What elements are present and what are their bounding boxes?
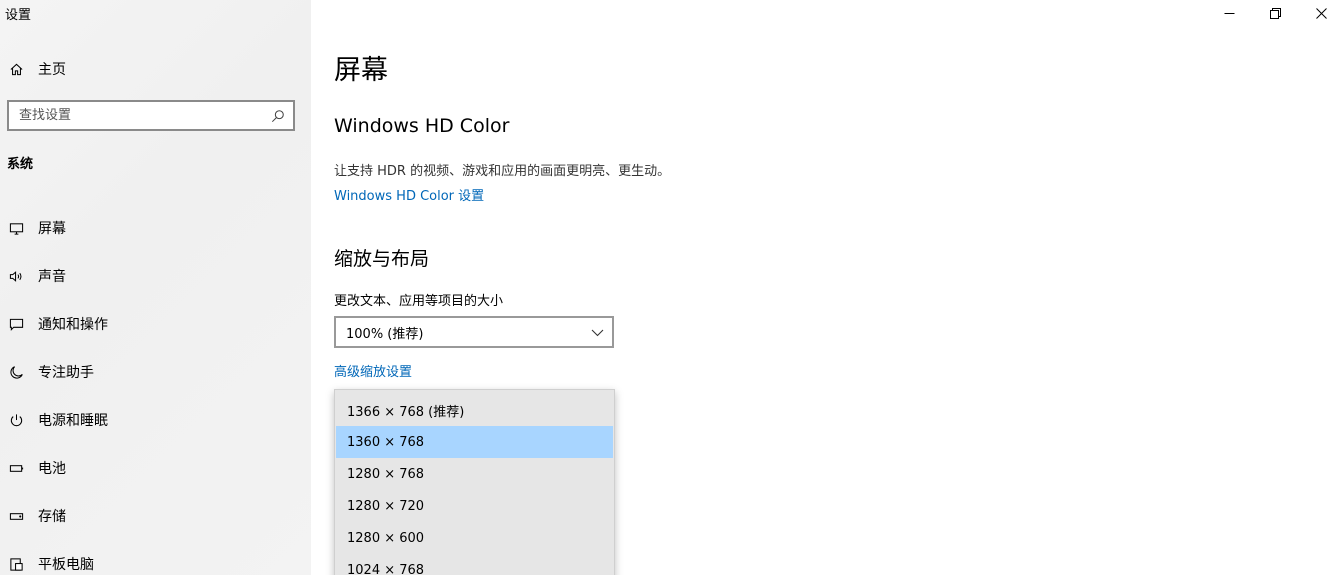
restore-button[interactable] — [1252, 0, 1298, 26]
window-controls — [1206, 0, 1344, 26]
power-icon — [0, 413, 30, 428]
section-label: 系统 — [7, 157, 34, 172]
close-button[interactable] — [1298, 0, 1344, 26]
sidebar-item-label: 平板电脑 — [38, 557, 94, 573]
sidebar-item-notifications[interactable]: 通知和操作 — [0, 300, 311, 348]
sidebar-item-storage[interactable]: 存储 — [0, 492, 311, 540]
sidebar-item-label: 存储 — [38, 509, 66, 525]
notification-icon — [0, 317, 30, 332]
scale-dropdown[interactable]: 100% (推荐) — [334, 316, 614, 348]
sidebar-item-tablet[interactable]: 平板电脑 — [0, 540, 311, 575]
sidebar-item-power[interactable]: 电源和睡眠 — [0, 396, 311, 444]
restore-icon — [1269, 7, 1281, 19]
hdr-heading: Windows HD Color — [334, 115, 510, 137]
storage-icon — [0, 509, 30, 524]
page-title: 屏幕 — [334, 55, 388, 86]
resolution-option-selected[interactable]: 1360 × 768 — [336, 426, 613, 458]
battery-icon — [0, 461, 30, 476]
resolution-option[interactable]: 1366 × 768 (推荐) — [336, 394, 613, 426]
hdr-settings-link[interactable]: Windows HD Color 设置 — [334, 185, 484, 204]
resolution-dropdown-list: 1366 × 768 (推荐) 1360 × 768 1280 × 768 12… — [334, 389, 615, 575]
sidebar-item-label: 主页 — [38, 62, 66, 78]
search-icon[interactable] — [271, 109, 285, 123]
main-content: 屏幕 Windows HD Color 让支持 HDR 的视频、游戏和应用的画面… — [311, 0, 1344, 575]
app-title: 设置 — [5, 8, 32, 23]
resolution-option[interactable]: 1024 × 768 — [336, 554, 613, 575]
search-box[interactable] — [7, 100, 295, 131]
sidebar-nav: 屏幕 声音 通知和操作 专注助手 电源和睡眠 电池 存储 平板电脑 — [0, 204, 311, 575]
search-input[interactable] — [19, 108, 249, 123]
tablet-icon — [0, 557, 30, 572]
advanced-scaling-link[interactable]: 高级缩放设置 — [334, 361, 412, 380]
sidebar-item-label: 屏幕 — [38, 221, 66, 237]
sidebar-item-display[interactable]: 屏幕 — [0, 204, 311, 252]
moon-icon — [0, 365, 30, 380]
scale-heading: 缩放与布局 — [334, 248, 430, 270]
sidebar-item-focus-assist[interactable]: 专注助手 — [0, 348, 311, 396]
home-icon — [0, 62, 30, 77]
sidebar-item-home[interactable]: 主页 — [0, 55, 311, 83]
minimize-button[interactable] — [1206, 0, 1252, 26]
speaker-icon — [0, 269, 30, 284]
scale-label: 更改文本、应用等项目的大小 — [334, 294, 504, 309]
close-icon — [1315, 7, 1327, 19]
resolution-option[interactable]: 1280 × 768 — [336, 458, 613, 490]
sidebar-item-label: 专注助手 — [38, 365, 94, 381]
sidebar-item-label: 通知和操作 — [38, 317, 108, 333]
monitor-icon — [0, 221, 30, 236]
sidebar: 设置 主页 系统 屏幕 声音 通知和操作 — [0, 0, 311, 575]
sidebar-item-label: 电池 — [38, 461, 66, 477]
sidebar-item-label: 声音 — [38, 269, 66, 285]
minimize-icon — [1224, 12, 1234, 14]
resolution-option[interactable]: 1280 × 600 — [336, 522, 613, 554]
sidebar-item-battery[interactable]: 电池 — [0, 444, 311, 492]
scale-selected-value: 100% (推荐) — [346, 326, 424, 342]
chevron-down-icon — [591, 329, 604, 336]
sidebar-item-sound[interactable]: 声音 — [0, 252, 311, 300]
hdr-description: 让支持 HDR 的视频、游戏和应用的画面更明亮、更生动。 — [334, 164, 671, 179]
resolution-option[interactable]: 1280 × 720 — [336, 490, 613, 522]
sidebar-item-label: 电源和睡眠 — [38, 413, 108, 429]
